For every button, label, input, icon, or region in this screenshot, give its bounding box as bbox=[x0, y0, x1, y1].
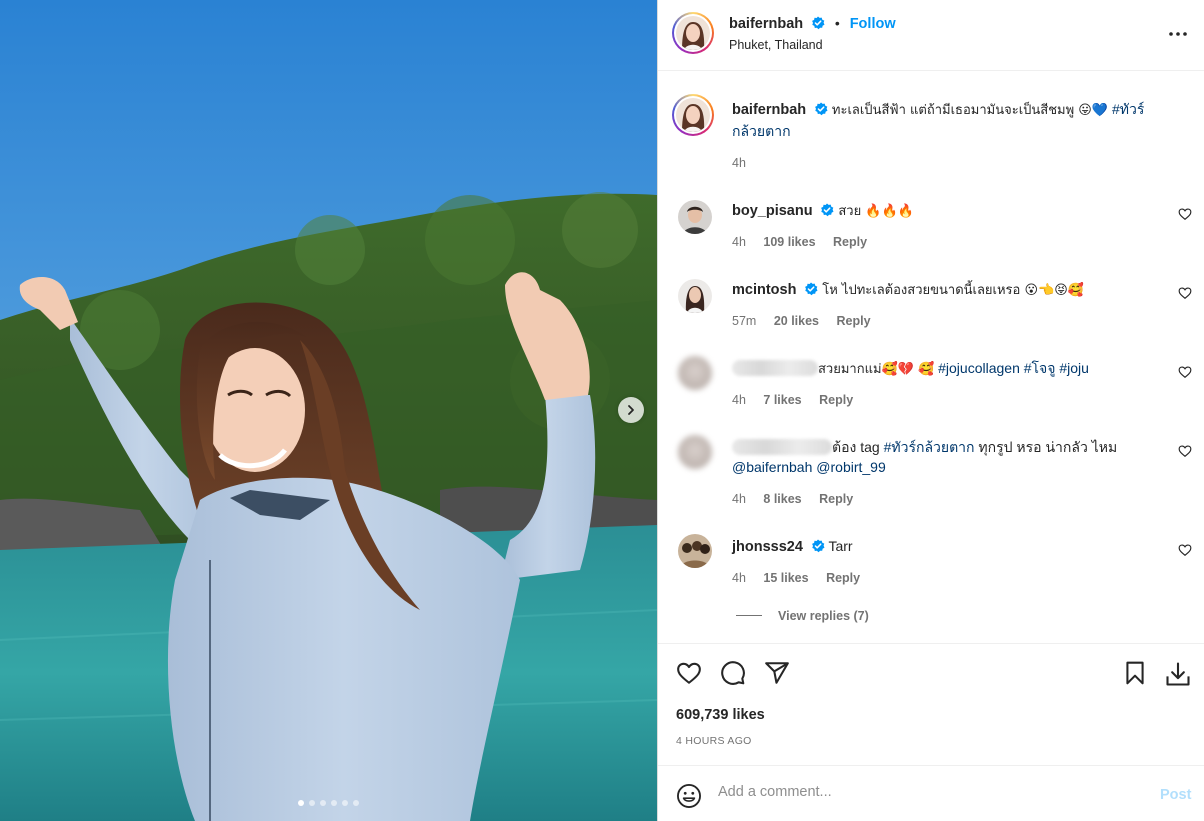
post-timestamp: 4 HOURS AGO bbox=[676, 735, 752, 747]
comment-meta: 4h 8 likes Reply bbox=[732, 492, 853, 506]
comment-mention[interactable]: @robirt_99 bbox=[816, 459, 885, 475]
commenter-avatar[interactable] bbox=[678, 279, 712, 313]
comment-meta: 4h 15 likes Reply bbox=[732, 571, 860, 585]
verified-badge-icon bbox=[815, 102, 828, 116]
author-username[interactable]: baifernbah bbox=[729, 16, 803, 32]
post-location[interactable]: Phuket, Thailand bbox=[729, 38, 823, 52]
comment-text: Tarr bbox=[828, 538, 853, 554]
commenter-username[interactable]: jhonsss24 bbox=[732, 539, 803, 555]
comment-time: 4h bbox=[732, 571, 746, 585]
caption-hashtag[interactable]: #ทัวร์ bbox=[1112, 101, 1144, 117]
verified-badge-icon bbox=[805, 282, 818, 296]
post-actions-bar: 609,739 likes 4 HOURS AGO bbox=[658, 643, 1204, 765]
comment-like-heart-icon[interactable] bbox=[1178, 444, 1192, 458]
post-side-panel: baifernbah • Follow Phuket, Thailand bai… bbox=[657, 0, 1204, 821]
reply-button[interactable]: Reply bbox=[819, 492, 853, 506]
heart-icon[interactable] bbox=[676, 660, 702, 686]
follow-button[interactable]: Follow bbox=[850, 16, 896, 32]
comment-text-block: mcintosh โห ไปทะเลต้องสวยขนาดนี้เลยเหรอ … bbox=[732, 279, 1152, 301]
comment-likes[interactable]: 20 likes bbox=[774, 314, 819, 328]
comment-likes[interactable]: 7 likes bbox=[763, 393, 801, 407]
share-icon[interactable] bbox=[764, 660, 790, 686]
comments-list[interactable]: baifernbah ทะเลเป็นสีฟ้า แต่ถ้ามีเธอมามั… bbox=[658, 72, 1204, 642]
comment-like-heart-icon[interactable] bbox=[1178, 543, 1192, 557]
comment-time: 57m bbox=[732, 314, 757, 328]
carousel-dot bbox=[309, 800, 315, 806]
comment-time: 4h bbox=[732, 492, 746, 506]
caption-hashtag-continued[interactable]: กล้วยตาก bbox=[732, 123, 791, 139]
comment-text-block: สวยมากแม่🥰💔 🥰 #jojucollagen #โจจู #joju bbox=[732, 358, 1152, 380]
comment-meta: 4h 109 likes Reply bbox=[732, 235, 867, 249]
reply-button[interactable]: Reply bbox=[826, 571, 860, 585]
carousel-dot bbox=[320, 800, 326, 806]
replies-divider-line bbox=[736, 615, 762, 616]
comment-hashtag[interactable]: #ทัวร์กล้วยตาก bbox=[884, 439, 975, 455]
reply-button[interactable]: Reply bbox=[836, 314, 870, 328]
carousel-dot bbox=[353, 800, 359, 806]
comment-text-block: boy_pisanu สวย 🔥🔥🔥 bbox=[732, 200, 1152, 222]
comment-composer: Post bbox=[658, 765, 1204, 821]
carousel-dot bbox=[298, 800, 304, 806]
comment-like-heart-icon[interactable] bbox=[1178, 365, 1192, 379]
view-replies-button[interactable]: View replies (7) bbox=[736, 609, 869, 623]
blurred-commenter-avatar[interactable] bbox=[678, 435, 712, 469]
comment-meta: 4h 7 likes Reply bbox=[732, 393, 853, 407]
comment-text: โห ไปทะเลต้องสวยขนาดนี้เลยเหรอ 😮👈😝🥰 bbox=[822, 283, 1084, 298]
download-icon[interactable] bbox=[1164, 660, 1192, 688]
comment-icon[interactable] bbox=[720, 660, 746, 686]
verified-badge-icon bbox=[811, 539, 825, 553]
verified-badge-icon bbox=[812, 16, 825, 30]
comment-mention[interactable]: @baifernbah bbox=[732, 459, 812, 475]
comment-input[interactable] bbox=[718, 784, 1118, 800]
comment-likes[interactable]: 109 likes bbox=[763, 235, 815, 249]
comment-time: 4h bbox=[732, 235, 746, 249]
comment-likes[interactable]: 8 likes bbox=[763, 492, 801, 506]
save-icon[interactable] bbox=[1122, 660, 1148, 686]
comment-text: สวยมากแม่🥰💔 🥰 bbox=[818, 362, 935, 377]
comment-text: สวย 🔥🔥🔥 bbox=[838, 204, 914, 219]
blurred-username bbox=[732, 360, 818, 376]
emoji-icon[interactable] bbox=[676, 783, 702, 809]
carousel-indicator bbox=[0, 800, 657, 806]
comment-like-heart-icon[interactable] bbox=[1178, 286, 1192, 300]
carousel-next-button[interactable] bbox=[618, 397, 644, 423]
comment-like-heart-icon[interactable] bbox=[1178, 207, 1192, 221]
comment-text-continued: ทุกรูป หรอ น่ากลัว ไหม bbox=[978, 439, 1118, 455]
caption-username[interactable]: baifernbah bbox=[732, 102, 806, 118]
commenter-username[interactable]: boy_pisanu bbox=[732, 203, 813, 219]
header-separator: • bbox=[834, 15, 840, 31]
post-header: baifernbah • Follow Phuket, Thailand bbox=[658, 0, 1204, 71]
reply-button[interactable]: Reply bbox=[833, 235, 867, 249]
comment-likes[interactable]: 15 likes bbox=[763, 571, 808, 585]
caption-avatar[interactable] bbox=[672, 94, 714, 136]
comment-meta: 57m 20 likes Reply bbox=[732, 314, 871, 328]
carousel-dot bbox=[342, 800, 348, 806]
blurred-username bbox=[732, 439, 832, 455]
comment-time: 4h bbox=[732, 393, 746, 407]
like-count[interactable]: 609,739 likes bbox=[676, 707, 765, 723]
post-comment-button[interactable]: Post bbox=[1160, 787, 1191, 803]
comment-hashtags[interactable]: #jojucollagen #โจจู #joju bbox=[938, 360, 1089, 376]
caption-time: 4h bbox=[732, 156, 746, 170]
caption-text: ทะเลเป็นสีฟ้า แต่ถ้ามีเธอมามันจะเป็นสีชม… bbox=[831, 103, 1109, 118]
chevron-right-icon bbox=[628, 405, 634, 415]
comment-text-block: jhonsss24 Tarr bbox=[732, 536, 1152, 557]
more-options-icon[interactable] bbox=[1168, 24, 1188, 44]
verified-badge-icon bbox=[821, 203, 834, 217]
commenter-avatar[interactable] bbox=[678, 200, 712, 234]
blurred-commenter-avatar[interactable] bbox=[678, 356, 712, 390]
commenter-avatar[interactable] bbox=[678, 534, 712, 568]
author-avatar[interactable] bbox=[672, 12, 714, 54]
post-photo[interactable] bbox=[0, 0, 657, 821]
commenter-username[interactable]: mcintosh bbox=[732, 282, 796, 298]
reply-button[interactable]: Reply bbox=[819, 393, 853, 407]
view-replies-label: View replies (7) bbox=[778, 609, 869, 623]
comment-text: ต้อง tag bbox=[832, 439, 880, 455]
beach-photo-image bbox=[0, 0, 657, 821]
carousel-dot bbox=[331, 800, 337, 806]
caption-text-block: baifernbah ทะเลเป็นสีฟ้า แต่ถ้ามีเธอมามั… bbox=[732, 99, 1202, 141]
comment-text-block: ต้อง tag #ทัวร์กล้วยตาก ทุกรูป หรอ น่ากล… bbox=[732, 437, 1152, 477]
